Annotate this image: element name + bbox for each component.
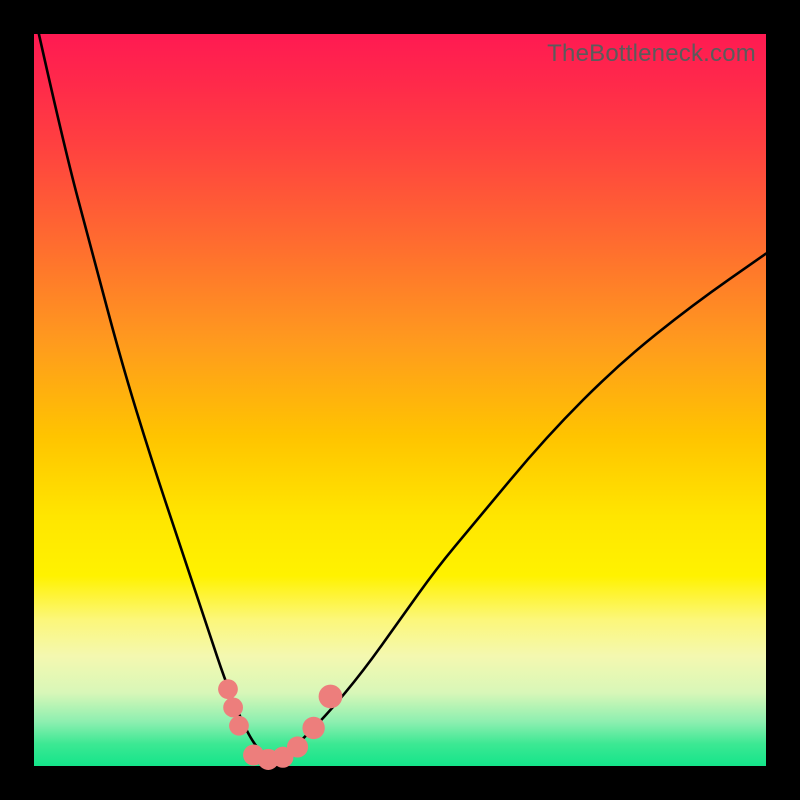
marker-left-1	[218, 679, 238, 699]
marker-left-3	[229, 716, 249, 736]
chart-svg	[34, 34, 766, 766]
markers-layer	[218, 679, 342, 770]
marker-right-1	[302, 717, 324, 739]
marker-bottom-4	[287, 736, 308, 757]
marker-left-2	[223, 698, 243, 718]
marker-right-2	[319, 685, 343, 709]
curve-layer	[34, 12, 766, 759]
chart-frame: TheBottleneck.com	[0, 0, 800, 800]
bottleneck-curve	[34, 12, 766, 759]
plot-area: TheBottleneck.com	[34, 34, 766, 766]
